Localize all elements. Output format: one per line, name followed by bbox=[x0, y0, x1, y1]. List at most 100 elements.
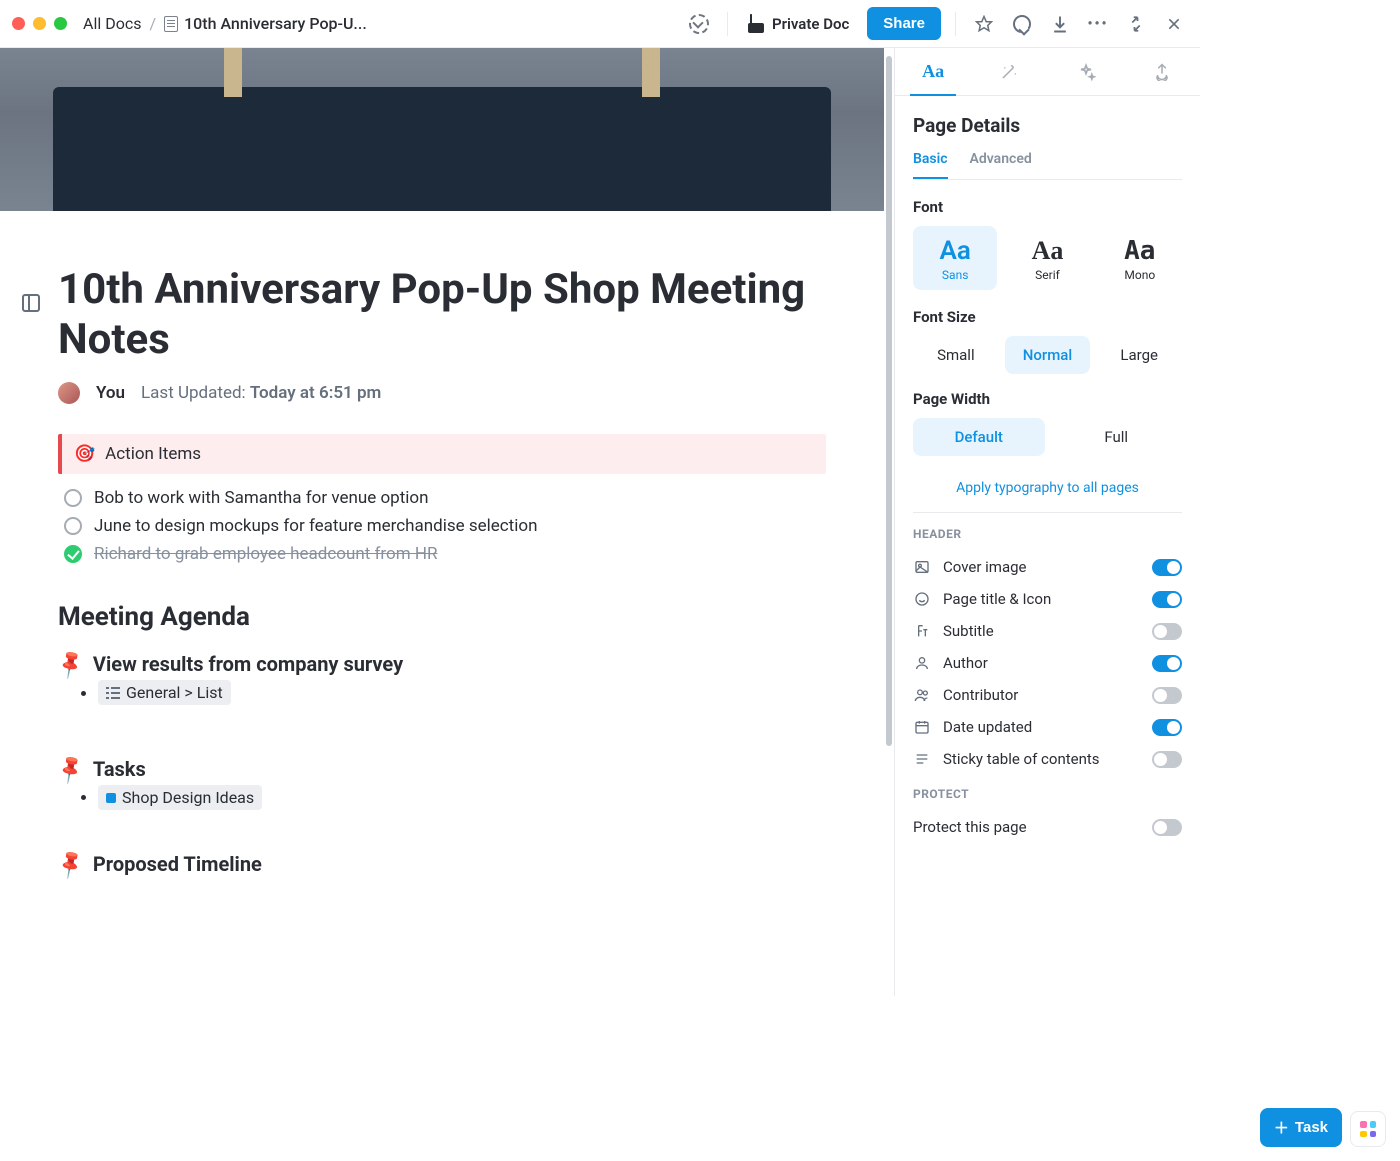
apps-icon bbox=[1360, 1121, 1376, 1137]
share-button[interactable]: Share bbox=[867, 7, 941, 40]
doc-icon bbox=[164, 16, 178, 32]
list-item[interactable]: General > List bbox=[98, 676, 826, 709]
todo-item[interactable]: Bob to work with Samantha for venue opti… bbox=[58, 484, 826, 512]
scrollbar[interactable] bbox=[884, 48, 894, 996]
privacy-indicator[interactable]: Private Doc bbox=[742, 9, 857, 39]
section-title: View results from company survey bbox=[93, 652, 403, 676]
window-zoom-dot[interactable] bbox=[54, 17, 67, 30]
row-title-icon: Page title & Icon bbox=[913, 583, 1182, 615]
apply-typography-link[interactable]: Apply typography to all pages bbox=[913, 472, 1182, 513]
pin-icon: 📌 bbox=[53, 847, 87, 881]
close-button[interactable] bbox=[1160, 10, 1188, 38]
toggle-author[interactable] bbox=[1152, 655, 1182, 672]
tab-relations[interactable] bbox=[1048, 48, 1124, 95]
window-close-dot[interactable] bbox=[12, 17, 25, 30]
page-meta: You Last Updated: Today at 6:51 pm bbox=[58, 382, 826, 404]
list-item[interactable]: Shop Design Ideas bbox=[98, 781, 826, 814]
toggle-subtitle[interactable] bbox=[1152, 623, 1182, 640]
calendar-icon bbox=[913, 719, 931, 735]
separator bbox=[727, 12, 728, 36]
width-section-label: Page Width bbox=[913, 390, 1182, 408]
section-title: Proposed Timeline bbox=[93, 852, 262, 876]
toggle-sidebar-icon[interactable] bbox=[22, 294, 40, 312]
target-icon: 🎯 bbox=[74, 444, 95, 464]
tab-typography[interactable]: Aa bbox=[895, 48, 971, 95]
smile-icon bbox=[913, 591, 931, 607]
toggle-cover-image[interactable] bbox=[1152, 559, 1182, 576]
chip-label: General > List bbox=[126, 683, 223, 702]
more-button[interactable]: ••• bbox=[1084, 10, 1112, 38]
tab-export[interactable] bbox=[1124, 48, 1200, 95]
font-section-label: Font bbox=[913, 198, 1182, 216]
checkbox-icon[interactable] bbox=[64, 517, 82, 535]
font-serif[interactable]: AaSerif bbox=[1005, 226, 1089, 290]
panel-title: Page Details bbox=[913, 114, 1182, 137]
row-label: Subtitle bbox=[943, 622, 1140, 640]
privacy-label: Private Doc bbox=[772, 15, 849, 33]
toggle-contributor[interactable] bbox=[1152, 687, 1182, 704]
download-button[interactable] bbox=[1046, 10, 1074, 38]
section-heading[interactable]: 📌 Proposed Timeline bbox=[58, 852, 826, 876]
heading-meeting-agenda[interactable]: Meeting Agenda bbox=[58, 602, 826, 632]
more-icon: ••• bbox=[1087, 16, 1108, 32]
width-full[interactable]: Full bbox=[1051, 418, 1183, 456]
breadcrumb-current[interactable]: 10th Anniversary Pop-U... bbox=[164, 14, 367, 33]
row-label: Author bbox=[943, 654, 1140, 672]
row-label: Date updated bbox=[943, 718, 1140, 736]
subtab-basic[interactable]: Basic bbox=[913, 151, 948, 179]
tab-ai[interactable] bbox=[971, 48, 1047, 95]
fontsize-normal[interactable]: Normal bbox=[1005, 336, 1091, 374]
section-heading[interactable]: 📌 View results from company survey bbox=[58, 652, 826, 676]
page-title[interactable]: 10th Anniversary Pop-Up Shop Meeting Not… bbox=[58, 265, 826, 364]
row-cover-image: Cover image bbox=[913, 551, 1182, 583]
cover-image[interactable] bbox=[0, 48, 884, 211]
breadcrumb-root[interactable]: All Docs bbox=[83, 14, 141, 33]
toggle-protect-page[interactable] bbox=[1152, 819, 1182, 836]
view-chip[interactable]: General > List bbox=[98, 680, 231, 705]
document-scroll-area[interactable]: 10th Anniversary Pop-Up Shop Meeting Not… bbox=[0, 48, 884, 996]
fontsize-small[interactable]: Small bbox=[913, 336, 999, 374]
comments-button[interactable] bbox=[1008, 10, 1036, 38]
apps-button[interactable] bbox=[1350, 1111, 1386, 1147]
page-details-panel: Aa Page Details Basic Advanced Font AaSa… bbox=[894, 48, 1200, 996]
row-label: Sticky table of contents bbox=[943, 750, 1140, 768]
new-task-button[interactable]: ＋ Task bbox=[1260, 1108, 1342, 1147]
favorite-button[interactable] bbox=[970, 10, 998, 38]
window-minimize-dot[interactable] bbox=[33, 17, 46, 30]
fontsize-large[interactable]: Large bbox=[1096, 336, 1182, 374]
row-label: Page title & Icon bbox=[943, 590, 1140, 608]
row-label: Contributor bbox=[943, 686, 1140, 704]
row-label: Cover image bbox=[943, 558, 1140, 576]
plus-icon: ＋ bbox=[1274, 1117, 1289, 1138]
author-avatar[interactable] bbox=[58, 382, 80, 404]
toggle-title-icon[interactable] bbox=[1152, 591, 1182, 608]
task-chip[interactable]: Shop Design Ideas bbox=[98, 785, 262, 810]
author-name[interactable]: You bbox=[96, 383, 125, 403]
collapse-sidebar-button[interactable] bbox=[1122, 10, 1150, 38]
panel-subtabs: Basic Advanced bbox=[913, 151, 1182, 180]
wand-icon bbox=[1000, 63, 1018, 81]
subtab-advanced[interactable]: Advanced bbox=[970, 151, 1032, 179]
checkbox-checked-icon[interactable] bbox=[64, 545, 82, 563]
checkbox-icon[interactable] bbox=[64, 489, 82, 507]
todo-item[interactable]: Richard to grab employee headcount from … bbox=[58, 540, 826, 568]
panel-tabs: Aa bbox=[895, 48, 1200, 96]
todo-text: June to design mockups for feature merch… bbox=[94, 516, 537, 536]
font-mono[interactable]: AaMono bbox=[1098, 226, 1182, 290]
toggle-date-updated[interactable] bbox=[1152, 719, 1182, 736]
todo-text: Richard to grab employee headcount from … bbox=[94, 544, 437, 564]
row-protect-page: Protect this page bbox=[913, 811, 1182, 843]
row-label: Protect this page bbox=[913, 818, 1140, 836]
section-heading[interactable]: 📌 Tasks bbox=[58, 757, 826, 781]
width-default[interactable]: Default bbox=[913, 418, 1045, 456]
todo-item[interactable]: June to design mockups for feature merch… bbox=[58, 512, 826, 540]
cover-illustration bbox=[53, 87, 831, 211]
progress-icon[interactable] bbox=[685, 10, 713, 38]
font-options: AaSans AaSerif AaMono bbox=[913, 226, 1182, 290]
collapse-icon bbox=[1127, 15, 1145, 33]
task-status-icon bbox=[106, 793, 116, 803]
row-date-updated: Date updated bbox=[913, 711, 1182, 743]
action-items-callout[interactable]: 🎯 Action Items bbox=[58, 434, 826, 474]
font-sans[interactable]: AaSans bbox=[913, 226, 997, 290]
toggle-sticky-toc[interactable] bbox=[1152, 751, 1182, 768]
